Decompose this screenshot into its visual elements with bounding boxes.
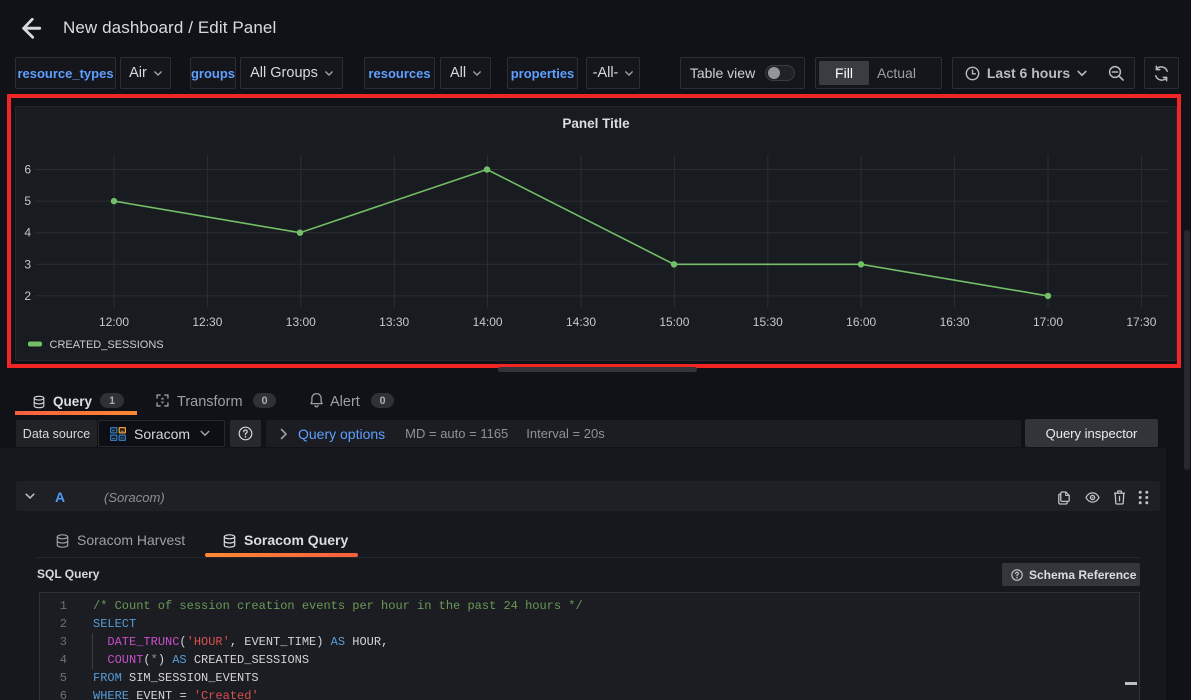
svg-text:16:30: 16:30	[940, 315, 970, 329]
svg-text:3: 3	[24, 257, 31, 271]
svg-text:4: 4	[24, 226, 31, 240]
svg-text:CREATED_SESSIONS: CREATED_SESSIONS	[50, 339, 164, 351]
svg-text:12:30: 12:30	[192, 315, 222, 329]
svg-text:13:30: 13:30	[379, 315, 409, 329]
svg-text:2: 2	[24, 289, 31, 303]
svg-text:5: 5	[24, 194, 31, 208]
svg-text:14:00: 14:00	[473, 315, 503, 329]
svg-text:13:00: 13:00	[286, 315, 316, 329]
svg-text:16:00: 16:00	[846, 315, 876, 329]
svg-text:14:30: 14:30	[566, 315, 596, 329]
svg-text:17:00: 17:00	[1033, 315, 1063, 329]
svg-text:15:00: 15:00	[659, 315, 689, 329]
svg-text:17:30: 17:30	[1126, 315, 1156, 329]
svg-text:12:00: 12:00	[99, 315, 129, 329]
svg-text:Panel Title: Panel Title	[562, 116, 630, 131]
svg-text:6: 6	[24, 163, 31, 177]
svg-text:15:30: 15:30	[753, 315, 783, 329]
